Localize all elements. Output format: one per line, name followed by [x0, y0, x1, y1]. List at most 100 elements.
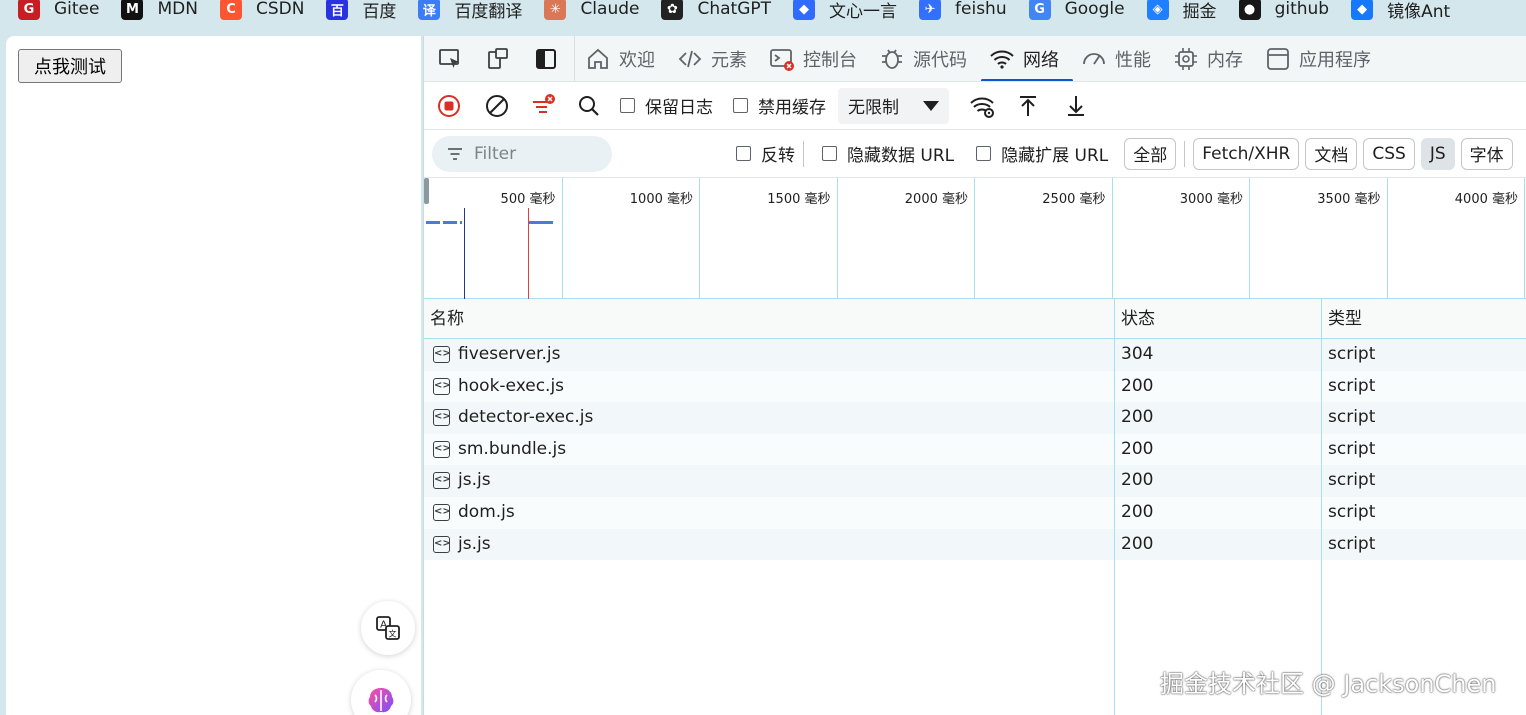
- type-filter-button[interactable]: CSS: [1363, 137, 1415, 170]
- disable-cache-label: 禁用缓存: [758, 98, 826, 118]
- request-status: 200: [1121, 407, 1154, 428]
- hide-data-url-checkbox[interactable]: 隐藏数据 URL: [822, 141, 954, 166]
- bookmark-baidu-translate[interactable]: 译百度翻译: [418, 0, 522, 24]
- clear-icon: [486, 94, 508, 117]
- throttle-select[interactable]: 无限制: [838, 87, 949, 124]
- bookmark-gitee[interactable]: G Gitee: [18, 0, 99, 24]
- column-header-name[interactable]: 名称: [424, 299, 464, 339]
- network-conditions-button[interactable]: [965, 89, 999, 123]
- watermark: 掘金技术社区 @ JacksonChen: [1160, 670, 1497, 698]
- tab-wifi[interactable]: 网络: [981, 36, 1073, 81]
- invert-checkbox[interactable]: 反转: [736, 141, 795, 166]
- bookmark-label: MDN: [157, 0, 198, 19]
- type-filter-button[interactable]: 文档: [1305, 137, 1358, 170]
- bookmark-google[interactable]: G Google: [1028, 0, 1125, 24]
- translate-float-button[interactable]: A 文: [361, 601, 415, 655]
- filter-toggle-button[interactable]: [526, 89, 560, 123]
- tab-app[interactable]: 应用程序: [1265, 36, 1371, 81]
- table-row[interactable]: <> dom.js 200 script: [424, 497, 1526, 529]
- request-type: script: [1328, 533, 1376, 554]
- bookmark-baidu[interactable]: 百百度: [326, 0, 396, 24]
- ai-assistant-float-button[interactable]: [351, 670, 411, 715]
- script-file-icon: <>: [433, 504, 451, 521]
- table-row[interactable]: <> js.js 200 script: [424, 465, 1526, 497]
- table-row[interactable]: <> js.js 200 script: [424, 528, 1526, 561]
- type-filter-button[interactable]: 字体: [1460, 137, 1513, 170]
- tab-label: 性能: [1115, 49, 1151, 71]
- ant-icon: ◆: [1351, 0, 1374, 20]
- tab-console[interactable]: 控制台: [769, 36, 857, 81]
- script-file-icon: <>: [433, 409, 451, 427]
- tab-code[interactable]: 元素: [677, 36, 747, 81]
- bookmark-chatgpt[interactable]: ✿ ChatGPT: [661, 0, 771, 24]
- preserve-log-checkbox[interactable]: 保留日志: [620, 93, 713, 118]
- type-filter-button[interactable]: Fetch/XHR: [1193, 137, 1300, 170]
- separator: [803, 140, 804, 167]
- search-button[interactable]: [572, 89, 606, 123]
- bookmark-label: CSDN: [255, 0, 305, 19]
- type-filter-button[interactable]: 全部: [1124, 137, 1177, 170]
- filter-input[interactable]: Filter: [432, 135, 612, 172]
- tab-label: 应用程序: [1299, 49, 1371, 71]
- request-name: sm.bundle.js: [458, 438, 567, 459]
- table-row[interactable]: <> fiveserver.js 304 script: [424, 339, 1526, 371]
- export-har-button[interactable]: [1059, 89, 1093, 123]
- inspect-element-icon[interactable]: [437, 46, 463, 72]
- import-har-button[interactable]: [1011, 89, 1045, 123]
- bookmark-claude[interactable]: ✳ Claude: [544, 0, 639, 24]
- bookmarks-bar: G Gitee M MDN C CSDN 百百度译百度翻译 ✳ Claude ✿ ChatGPT ◆ 文…: [0, 0, 1526, 30]
- bug-icon: [879, 46, 905, 72]
- request-status: 304: [1121, 344, 1154, 364]
- table-row[interactable]: <> hook-exec.js 200 script: [424, 370, 1526, 403]
- gitee-icon: G: [18, 0, 40, 20]
- request-status: 200: [1121, 438, 1154, 459]
- checkbox-box[interactable]: [620, 98, 635, 113]
- timeline-tick-label: 3000 毫秒: [1179, 192, 1243, 207]
- record-button[interactable]: [432, 89, 466, 123]
- feishu-icon: ✈: [919, 0, 942, 20]
- bookmark-ant[interactable]: ◆ 镜像Ant: [1351, 0, 1450, 24]
- resource-type-filters: 全部 Fetch/XHR 文档 CSS JS 字体: [1118, 137, 1513, 170]
- translate-icon: A 文: [376, 616, 400, 640]
- timeline-gridline: [1386, 178, 1388, 299]
- hide-ext-url-checkbox[interactable]: 隐藏扩展 URL: [976, 141, 1108, 166]
- clear-button[interactable]: [480, 89, 514, 123]
- table-row[interactable]: <> sm.bundle.js 200 script: [424, 433, 1526, 466]
- tab-gauge[interactable]: 性能: [1081, 36, 1151, 81]
- column-header-type[interactable]: 类型: [1322, 299, 1362, 339]
- timeline-tick-label: 500 毫秒: [500, 192, 556, 207]
- bookmark-label: 百度翻译: [454, 1, 523, 22]
- table-header: 名称 状态 类型: [424, 299, 1526, 339]
- bookmark-csdn[interactable]: C CSDN: [219, 0, 305, 24]
- bookmark-label: feishu: [955, 0, 1007, 19]
- bookmark-wenxin[interactable]: ◆ 文心一言: [793, 0, 897, 24]
- device-toolbar-icon[interactable]: [485, 46, 511, 72]
- checkbox-box[interactable]: [733, 98, 748, 113]
- timeline-gridline: [1111, 178, 1113, 299]
- dock-side-icon[interactable]: [533, 46, 559, 72]
- bookmark-github[interactable]: ● github: [1238, 0, 1329, 24]
- column-header-status[interactable]: 状态: [1115, 299, 1155, 339]
- bookmark-mdn[interactable]: M MDN: [121, 0, 198, 24]
- timeline-gridline: [561, 178, 563, 299]
- dom-content-loaded-line: [464, 208, 465, 299]
- timeline-handle[interactable]: [424, 178, 429, 204]
- bookmark-juejin[interactable]: ◈ 掘金: [1146, 0, 1217, 24]
- tab-chip[interactable]: 内存: [1173, 36, 1243, 81]
- timeline-gridline: [1524, 178, 1525, 299]
- checkbox-box[interactable]: [976, 146, 992, 161]
- checkbox-box[interactable]: [736, 146, 751, 161]
- test-button[interactable]: 点我测试: [18, 49, 122, 83]
- separator: [1184, 140, 1186, 167]
- timeline-tick-label: 1500 毫秒: [767, 192, 831, 207]
- table-row[interactable]: <> detector-exec.js 200 script: [424, 402, 1526, 434]
- checkbox-box[interactable]: [822, 146, 837, 161]
- tab-bug[interactable]: 源代码: [879, 36, 967, 81]
- tab-label: 源代码: [913, 49, 967, 71]
- type-filter-button[interactable]: JS: [1420, 137, 1455, 170]
- script-file-icon: <>: [433, 377, 451, 395]
- timeline-tick-label: 2500 毫秒: [1042, 192, 1106, 207]
- disable-cache-checkbox[interactable]: 禁用缓存: [733, 93, 826, 118]
- bookmark-feishu[interactable]: ✈ feishu: [919, 0, 1007, 24]
- tab-home[interactable]: 欢迎: [585, 36, 655, 81]
